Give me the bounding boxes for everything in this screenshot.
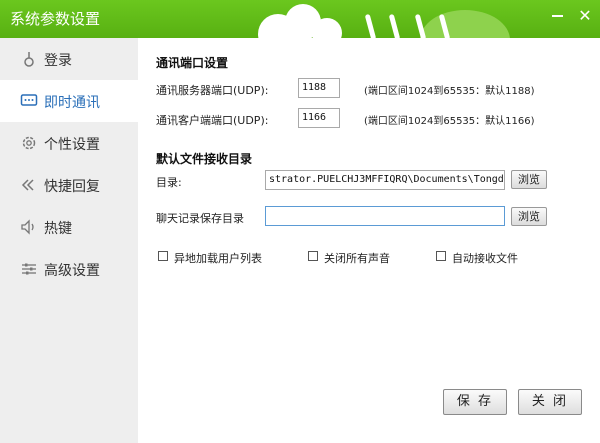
chat-icon xyxy=(20,94,38,106)
sidebar-item-label: 登录 xyxy=(44,53,72,69)
save-button[interactable]: 保 存 xyxy=(443,389,507,415)
title-bar: 系统参数设置 ✕ xyxy=(0,0,600,38)
sidebar-item-label: 个性设置 xyxy=(44,137,100,153)
directory-label: 目录: xyxy=(156,176,182,189)
client-port-input[interactable]: 1166 xyxy=(298,108,340,128)
close-button[interactable]: 关 闭 xyxy=(518,389,582,415)
comm-port-section-title: 通讯端口设置 xyxy=(156,56,229,70)
minimize-button[interactable] xyxy=(548,6,568,26)
sidebar-item-instant-messaging[interactable]: 即时通讯 xyxy=(0,80,138,122)
checkbox-label: 关闭所有声音 xyxy=(324,252,390,265)
chat-log-dir-input[interactable] xyxy=(265,206,505,226)
gear-icon xyxy=(22,136,36,150)
decorative-figure xyxy=(364,13,377,38)
checkbox-label: 自动接收文件 xyxy=(452,252,518,265)
file-dir-section-title: 默认文件接收目录 xyxy=(156,152,253,166)
decorative-hill xyxy=(420,10,510,38)
client-port-hint: (端口区间1024到65535：默认1166) xyxy=(364,116,535,127)
client-port-label: 通讯客户端端口(UDP): xyxy=(156,114,269,127)
sidebar-item-label: 热键 xyxy=(44,221,72,237)
speaker-icon xyxy=(21,219,34,235)
checkbox-square[interactable] xyxy=(158,251,168,261)
browse-chat-log-dir-button[interactable]: 浏览 xyxy=(511,207,547,226)
sidebar-item-quick-reply[interactable]: 快捷回复 xyxy=(0,164,138,206)
sidebar-item-label: 高级设置 xyxy=(44,263,100,279)
sidebar-item-advanced-settings[interactable]: 高级设置 xyxy=(0,248,138,290)
sidebar-item-personal-settings[interactable]: 个性设置 xyxy=(0,122,138,164)
server-port-input[interactable]: 1188 xyxy=(298,78,340,98)
checkbox-square[interactable] xyxy=(436,251,446,261)
login-icon xyxy=(24,52,34,67)
sidebar-item-login[interactable]: 登录 xyxy=(0,38,138,80)
decorative-figure xyxy=(388,13,401,38)
checkbox-label: 异地加载用户列表 xyxy=(174,252,262,265)
sidebar-item-hotkeys[interactable]: 热键 xyxy=(0,206,138,248)
sidebar-item-label: 快捷回复 xyxy=(44,179,100,195)
server-port-label: 通讯服务器端口(UDP): xyxy=(156,84,269,97)
server-port-hint: (端口区间1024到65535：默认1188) xyxy=(364,86,535,97)
sidebar-item-label: 即时通讯 xyxy=(44,95,100,111)
checkbox-square[interactable] xyxy=(308,251,318,261)
sidebar: 登录 即时通讯 个性设置 快捷回复 热键 高级设置 xyxy=(0,38,138,443)
directory-input[interactable]: strator.PUELCHJ3MFFIQRQ\Documents\Tongda… xyxy=(265,170,505,190)
sliders-icon xyxy=(22,263,36,275)
browse-directory-button[interactable]: 浏览 xyxy=(511,170,547,189)
close-window-button[interactable]: ✕ xyxy=(575,6,595,26)
decorative-cloud xyxy=(312,18,342,38)
window-title: 系统参数设置 xyxy=(10,10,101,28)
chat-log-dir-label: 聊天记录保存目录 xyxy=(156,212,244,225)
reply-icon xyxy=(21,179,34,191)
